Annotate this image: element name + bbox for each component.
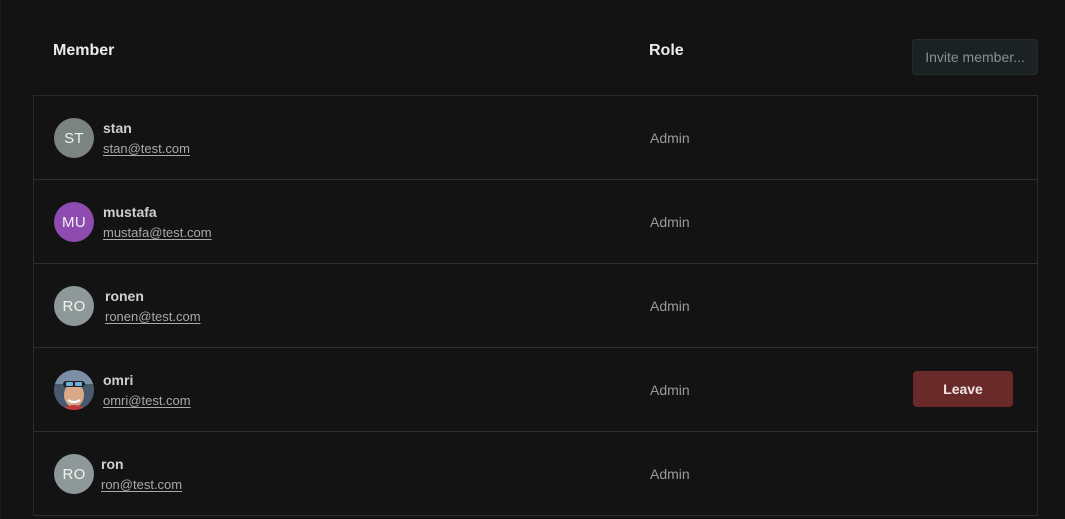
member-name: omri — [103, 372, 134, 388]
member-info: ronen ronen@test.com — [105, 288, 201, 324]
member-role: Admin — [650, 214, 690, 230]
member-role: Admin — [650, 382, 690, 398]
member-info: mustafa mustafa@test.com — [103, 204, 212, 240]
avatar: RO — [54, 454, 94, 494]
member-row-stan: ST stan stan@test.com Admin — [34, 96, 1037, 180]
member-info: omri omri@test.com — [103, 372, 191, 408]
member-role: Admin — [650, 298, 690, 314]
member-row-omri: omri omri@test.com Admin Leave — [34, 348, 1037, 432]
member-name: stan — [103, 120, 132, 136]
member-email-link[interactable]: omri@test.com — [103, 393, 191, 408]
member-role: Admin — [650, 130, 690, 146]
member-row-ron: RO ron ron@test.com Admin — [34, 432, 1037, 516]
role-column-header: Role — [649, 42, 684, 59]
member-role: Admin — [650, 466, 690, 482]
member-email-link[interactable]: ronen@test.com — [105, 309, 201, 324]
member-name: ronen — [105, 288, 144, 304]
leave-button[interactable]: Leave — [913, 371, 1013, 407]
avatar: MU — [54, 202, 94, 242]
member-name: mustafa — [103, 204, 157, 220]
members-table: ST stan stan@test.com Admin MU mustafa m… — [33, 95, 1038, 516]
avatar: RO — [54, 286, 94, 326]
member-email-link[interactable]: mustafa@test.com — [103, 225, 212, 240]
user-photo-icon — [54, 370, 94, 410]
member-column-header: Member — [53, 42, 115, 59]
member-info: ron ron@test.com — [101, 456, 182, 492]
member-name: ron — [101, 456, 124, 472]
avatar: ST — [54, 118, 94, 158]
avatar-photo — [54, 370, 94, 410]
members-table-header: Member Role Invite member... — [1, 0, 1065, 95]
member-row-ronen: RO ronen ronen@test.com Admin — [34, 264, 1037, 348]
member-row-mustafa: MU mustafa mustafa@test.com Admin — [34, 180, 1037, 264]
members-panel: Member Role Invite member... ST stan sta… — [0, 0, 1065, 519]
invite-member-button[interactable]: Invite member... — [912, 39, 1038, 75]
member-email-link[interactable]: stan@test.com — [103, 141, 190, 156]
member-email-link[interactable]: ron@test.com — [101, 477, 182, 492]
member-info: stan stan@test.com — [103, 120, 190, 156]
